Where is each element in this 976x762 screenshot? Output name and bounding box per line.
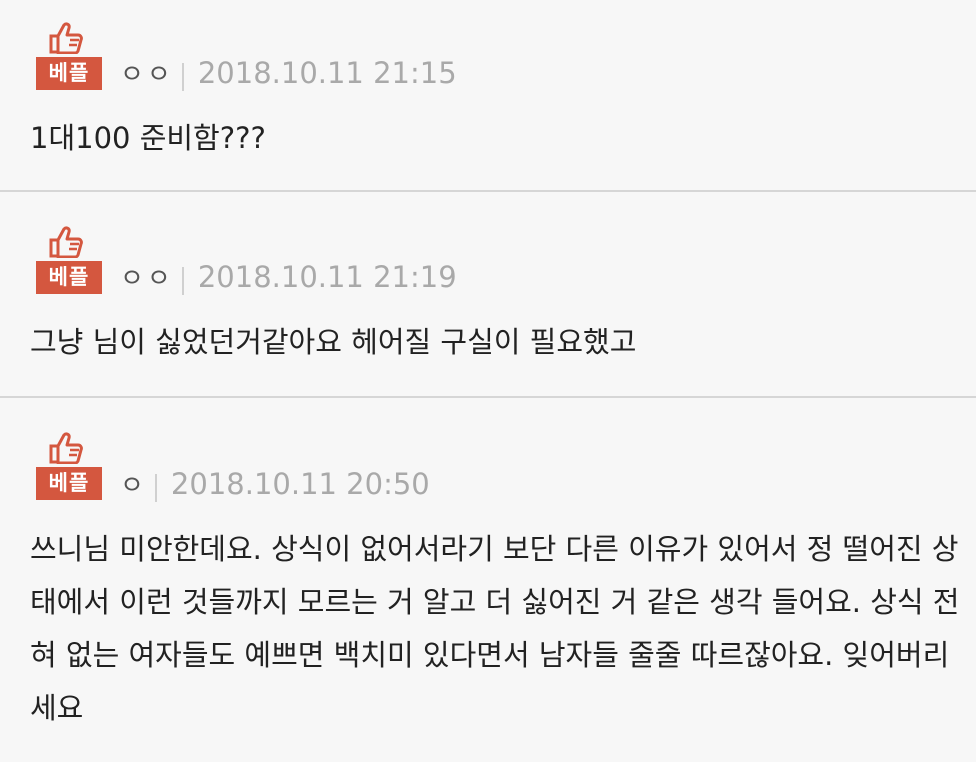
best-label: 베플 xyxy=(36,57,102,90)
divider xyxy=(181,62,184,91)
comment-text: 1대100 준비함??? xyxy=(30,121,266,155)
comment-meta: ㅇ 2018.10.11 20:50 xyxy=(120,466,430,502)
comment-item: 베플 ㅇㅇ 2018.10.11 21:19 그냥 님이 싫었던거같아요 헤어질 … xyxy=(0,192,976,398)
thumbs-up-icon xyxy=(49,226,83,258)
comment-author[interactable]: ㅇㅇ xyxy=(120,60,174,90)
best-label: 베플 xyxy=(36,261,102,294)
comment-date: 2018.10.11 21:15 xyxy=(197,56,457,90)
best-comment-badge: 베플 xyxy=(36,226,102,294)
divider xyxy=(181,266,184,295)
comment-list: 베플 ㅇㅇ 2018.10.11 21:15 1대100 준비함??? 베플 ㅇㅇ… xyxy=(0,0,976,762)
comment-item: 베플 ㅇ 2018.10.11 20:50 쓰니님 미안한데요. 상식이 없어서라… xyxy=(0,398,976,762)
thumbs-up-icon xyxy=(49,432,83,464)
thumbs-up-icon xyxy=(49,22,83,54)
comment-author[interactable]: ㅇ xyxy=(120,471,147,501)
comment-item: 베플 ㅇㅇ 2018.10.11 21:15 1대100 준비함??? xyxy=(0,0,976,192)
comment-date: 2018.10.11 21:19 xyxy=(197,260,457,294)
comment-meta: ㅇㅇ 2018.10.11 21:15 xyxy=(120,55,457,91)
comment-date: 2018.10.11 20:50 xyxy=(170,467,430,501)
best-comment-badge: 베플 xyxy=(36,22,102,90)
comment-text: 그냥 님이 싫었던거같아요 헤어질 구실이 필요했고 xyxy=(30,325,637,359)
best-comment-badge: 베플 xyxy=(36,432,102,500)
comment-text: 쓰니님 미안한데요. 상식이 없어서라기 보단 다른 이유가 있어서 정 떨어진… xyxy=(30,532,960,725)
comment-author[interactable]: ㅇㅇ xyxy=(120,264,174,294)
comment-meta: ㅇㅇ 2018.10.11 21:19 xyxy=(120,259,457,295)
divider xyxy=(154,473,157,502)
best-label: 베플 xyxy=(36,467,102,500)
